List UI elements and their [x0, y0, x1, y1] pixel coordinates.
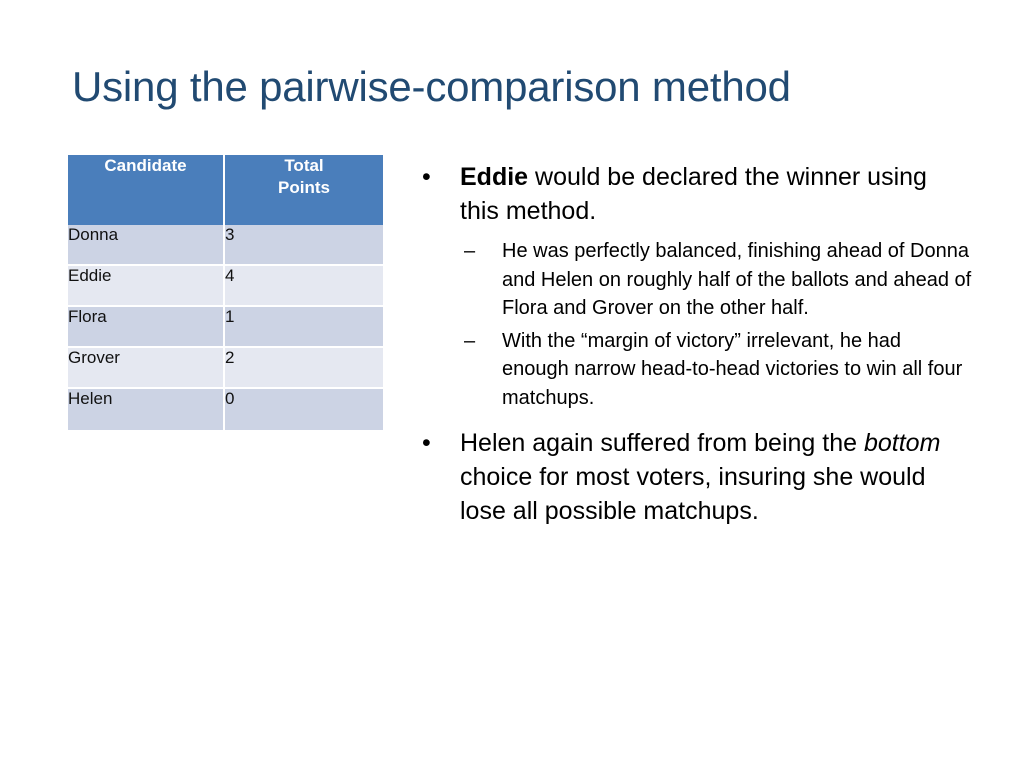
table-row: Helen 0 [68, 389, 383, 430]
column-header-candidate: Candidate [68, 155, 225, 225]
bullet-text: Eddie would be declared the winner using… [460, 163, 927, 225]
cell-points: 4 [225, 266, 383, 307]
column-header-total-points-line2: Points [278, 178, 330, 197]
sub-bullet-text: With the “margin of victory” irrelevant,… [502, 329, 963, 409]
column-header-total-points-line1: Total [284, 156, 324, 175]
bullet-part2-text: choice for most voters, insuring she wou… [460, 463, 926, 525]
table-row: Grover 2 [68, 348, 383, 389]
bullet-bold-lead: Eddie [460, 163, 529, 191]
cell-candidate: Grover [68, 348, 225, 389]
table-row: Flora 1 [68, 307, 383, 348]
slide-canvas: Using the pairwise-comparison method Can… [0, 0, 1024, 768]
bullet-marker-icon: • [422, 429, 431, 457]
sub-bullet-margin-of-victory: – With the “margin of victory” irrelevan… [416, 327, 972, 413]
cell-candidate: Helen [68, 389, 225, 430]
sub-bullet-marker-icon: – [464, 240, 476, 262]
bullet-helen-loses: • Helen again suffered from being the bo… [416, 426, 972, 528]
content-body: • Eddie would be declared the winner usi… [416, 160, 972, 534]
sub-bullet-marker-icon: – [464, 329, 476, 352]
cell-points: 2 [225, 348, 383, 389]
bullet-marker-icon: • [422, 163, 431, 191]
total-points-table: Candidate Total Points Donna 3 Eddie 4 F… [68, 155, 383, 430]
sub-bullet-group: – He was perfectly balanced, finishing a… [416, 237, 972, 412]
table-body: Donna 3 Eddie 4 Flora 1 Grover 2 Helen 0 [68, 225, 383, 430]
sub-bullet-text: He was perfectly balanced, finishing ahe… [502, 240, 972, 319]
table-row: Donna 3 [68, 225, 383, 266]
page-title: Using the pairwise-comparison method [72, 63, 791, 110]
cell-points: 0 [225, 389, 383, 430]
bullet-eddie-winner: • Eddie would be declared the winner usi… [416, 160, 972, 228]
cell-candidate: Flora [68, 307, 225, 348]
table-header: Candidate Total Points [68, 155, 383, 225]
table-row: Eddie 4 [68, 266, 383, 307]
cell-points: 3 [225, 225, 383, 266]
cell-candidate: Donna [68, 225, 225, 266]
table-header-row: Candidate Total Points [68, 155, 383, 225]
bullet-part1-text: Helen again suffered from being the [460, 429, 864, 457]
cell-points: 1 [225, 307, 383, 348]
column-header-total-points: Total Points [225, 155, 383, 225]
bullet-text: Helen again suffered from being the bott… [460, 429, 940, 525]
sub-bullet-balanced: – He was perfectly balanced, finishing a… [416, 237, 972, 323]
bullet-rest-text: would be declared the winner using this … [460, 163, 927, 225]
cell-candidate: Eddie [68, 266, 225, 307]
bullet-italic-word: bottom [863, 429, 941, 457]
